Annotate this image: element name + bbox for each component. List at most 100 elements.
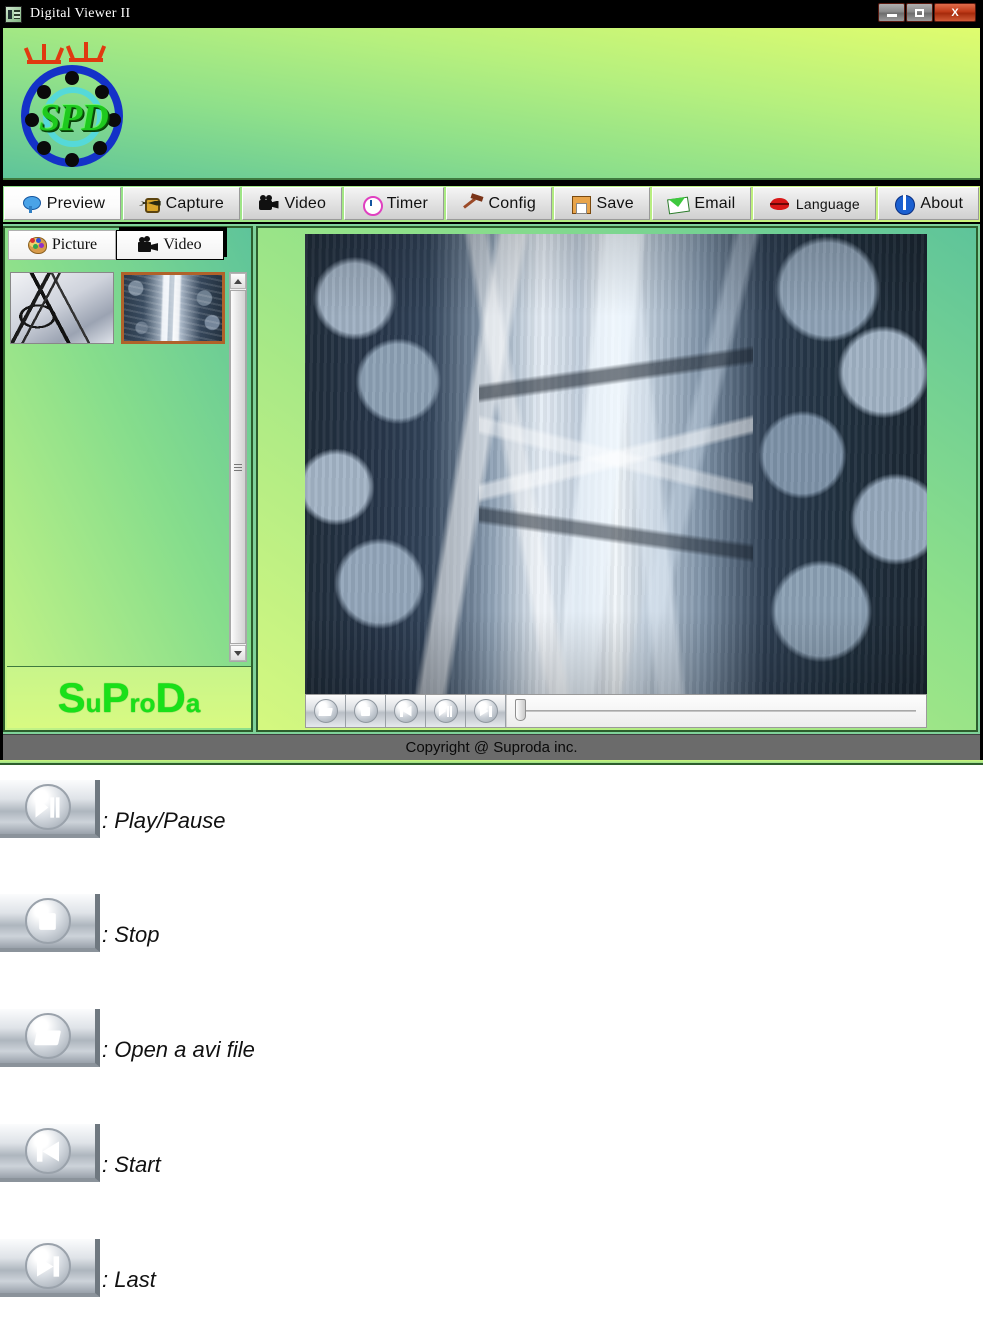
envelope-icon [667,194,689,214]
speech-balloon-icon [20,194,42,214]
toolbar-button-preview[interactable]: Preview [4,187,121,220]
thumbnail-scrollbar[interactable] [229,272,247,662]
minimize-button[interactable] [878,3,905,22]
sidebar-tab-video[interactable]: Video [116,230,224,260]
main-toolbar: Preview Capture Video Timer Config Save … [3,186,980,222]
last-icon [24,1243,71,1289]
toolbar-label-timer: Timer [386,194,428,212]
scrollbar-grip [234,463,242,471]
sidebar-tab-label-picture: Picture [51,236,98,253]
brand-part-s: S [57,673,86,721]
seek-slider[interactable] [506,695,926,727]
sidebar-tabs: Picture Video [8,230,232,262]
legend-row: : Stop [0,894,159,952]
thumbnail-item[interactable] [10,272,114,344]
start-button[interactable] [386,695,426,727]
toolbar-label-video: Video [284,194,327,212]
legend-stop-button [0,894,100,952]
legend-label-last: : Last [102,1267,156,1292]
sidebar-tab-label-video: Video [163,236,202,253]
open-file-button[interactable] [306,695,346,727]
video-panel [256,226,978,732]
legend-label-stop: : Stop [102,922,160,947]
maximize-icon [915,8,924,17]
toolbar-button-capture[interactable]: Capture [122,187,240,220]
minimize-icon [886,13,897,17]
toolbar-label-about: About [920,194,964,212]
toolbar-button-language[interactable]: Language [753,187,876,220]
play-pause-icon [24,784,71,830]
logo-dot [65,71,79,85]
last-icon [473,699,498,723]
camera-icon [139,194,161,214]
play-pause-button[interactable] [426,695,466,727]
legend-label-open-file: : Open a avi file [102,1037,255,1062]
stop-icon [353,699,378,723]
legend-label-play-pause: : Play/Pause [102,808,226,833]
folder-icon [313,699,338,723]
maximize-button[interactable] [906,3,933,22]
toolbar-label-capture: Capture [165,194,224,212]
hammer-icon [462,194,484,214]
legend-row: : Play/Pause [0,780,226,838]
header-banner: SPD [3,28,980,180]
toolbar-button-video[interactable]: Video [241,187,342,220]
suproda-brand: SuProDa [7,666,251,728]
palette-icon [27,236,47,254]
crown-mark-left [23,44,65,67]
legend-row: : Open a avi file [0,1009,255,1067]
legend-last-button [0,1239,100,1297]
toolbar-label-email: Email [694,194,736,212]
scroll-up-arrow[interactable] [230,273,246,289]
stop-icon [24,898,71,944]
seek-thumb[interactable] [515,699,526,721]
toolbar-label-language: Language [795,195,860,212]
sidebar-tab-picture[interactable]: Picture [8,230,116,260]
player-controls [305,694,927,728]
status-bar: Copyright @ Suproda inc. [3,734,980,760]
clock-icon [360,194,383,216]
brand-part-d: D [155,673,186,721]
play-pause-icon [433,699,458,723]
copyright-text: Copyright @ Suproda inc. [405,739,578,756]
thumbnail-image-wires [11,273,113,343]
title-bar: Digital Viewer II X [0,0,983,28]
logo-dot [65,153,79,167]
suproda-brand-text: SuProDa [57,673,201,721]
toolbar-button-timer[interactable]: Timer [343,187,444,220]
legend-section: : Play/Pause : Stop : Open a avi file : … [0,772,983,1319]
start-icon [24,1128,71,1174]
thumbnail-image-fibers [124,275,222,341]
toolbar-button-save[interactable]: Save [553,187,650,220]
spd-logo-text: SPD [39,97,109,139]
thumbnail-item[interactable] [121,272,225,344]
crown-mark-right [65,42,107,65]
scrollbar-thumb[interactable] [230,290,246,644]
lips-icon [769,194,791,214]
video-display[interactable] [305,234,927,694]
brand-part-u: u [85,687,102,718]
legend-play-pause-button [0,780,100,838]
floppy-disk-icon [570,194,592,214]
toolbar-button-config[interactable]: Config [445,187,552,220]
toolbar-button-email[interactable]: Email [651,187,752,220]
legend-row: : Last [0,1239,156,1297]
toolbar-label-preview: Preview [46,194,106,212]
close-button[interactable]: X [934,3,976,22]
scroll-down-arrow[interactable] [230,645,246,661]
window-controls: X [878,3,977,22]
application-window: Digital Viewer II X SPD Preview Capture … [0,0,983,765]
start-icon [393,699,418,723]
video-image-fibers [305,234,927,694]
movie-camera-icon [138,236,158,254]
last-button[interactable] [466,695,506,727]
toolbar-label-save: Save [596,194,634,212]
spd-logo: SPD [17,42,137,168]
folder-icon [24,1013,71,1059]
movie-camera-icon [258,194,280,214]
stop-button[interactable] [346,695,386,727]
logo-dot [93,141,107,155]
window-bottom-edge [0,760,983,765]
toolbar-button-about[interactable]: About [877,187,979,220]
legend-label-start: : Start [102,1152,161,1177]
